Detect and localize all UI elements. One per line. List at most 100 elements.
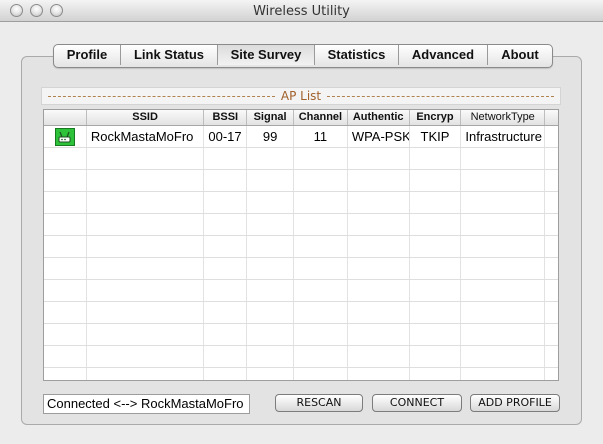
empty-cell	[204, 236, 248, 257]
column-header-encryption[interactable]: Encryp	[410, 110, 462, 125]
table-row[interactable]	[44, 148, 558, 170]
empty-cell	[545, 192, 558, 213]
empty-cell	[204, 192, 248, 213]
empty-cell	[545, 214, 558, 235]
empty-cell	[294, 214, 348, 235]
ap-list-title: AP List	[280, 89, 322, 103]
router-glyph-icon	[58, 131, 71, 142]
empty-cell	[204, 368, 248, 380]
empty-cell	[44, 148, 87, 169]
empty-cell	[461, 346, 546, 367]
table-row[interactable]	[44, 214, 558, 236]
table-row[interactable]	[44, 192, 558, 214]
empty-cell	[204, 302, 248, 323]
empty-cell	[410, 236, 462, 257]
empty-cell	[247, 324, 295, 345]
empty-cell	[461, 302, 546, 323]
tab-bar: Profile Link Status Site Survey Statisti…	[53, 44, 553, 68]
empty-cell	[461, 236, 546, 257]
empty-cell	[545, 346, 558, 367]
table-row[interactable]	[44, 302, 558, 324]
ap-list-header: AP List	[41, 87, 561, 105]
table-row[interactable]	[44, 170, 558, 192]
empty-cell	[294, 148, 348, 169]
empty-cell	[461, 368, 546, 380]
table-row[interactable]	[44, 368, 558, 380]
empty-cell	[545, 148, 558, 169]
empty-cell	[461, 192, 546, 213]
table-row[interactable]	[44, 258, 558, 280]
table-row[interactable]: RockMastaMoFro 00-17 99 11 WPA-PSK TKIP …	[44, 126, 558, 148]
empty-cell	[44, 346, 87, 367]
tab-statistics[interactable]: Statistics	[315, 45, 399, 65]
empty-cell	[461, 170, 546, 191]
empty-cell	[44, 302, 87, 323]
column-header-filler	[545, 110, 558, 125]
empty-cell	[87, 324, 205, 345]
empty-cell	[87, 258, 205, 279]
empty-cell	[87, 302, 205, 323]
tab-link-status[interactable]: Link Status	[121, 45, 218, 65]
empty-cell	[545, 324, 558, 345]
empty-cell	[44, 214, 87, 235]
column-header-ssid[interactable]: SSID	[87, 110, 205, 125]
empty-cell	[247, 346, 295, 367]
connection-status-field: Connected <--> RockMastaMoFro	[43, 394, 250, 414]
tab-site-survey[interactable]: Site Survey	[218, 45, 315, 65]
empty-cell	[294, 258, 348, 279]
empty-cell	[247, 170, 295, 191]
empty-cell	[247, 192, 295, 213]
empty-cell	[348, 302, 410, 323]
column-header-authentication[interactable]: Authentic	[348, 110, 410, 125]
add-profile-button[interactable]: ADD PROFILE	[470, 394, 560, 412]
empty-cell	[294, 368, 348, 380]
empty-cell	[410, 258, 462, 279]
signal-cell: 99	[247, 126, 295, 147]
empty-cell	[44, 236, 87, 257]
table-row[interactable]	[44, 346, 558, 368]
wifi-ap-icon	[54, 127, 75, 146]
empty-cell	[87, 148, 205, 169]
empty-cell	[461, 324, 546, 345]
empty-cell	[410, 192, 462, 213]
column-header-signal[interactable]: Signal	[247, 110, 295, 125]
window-title: Wireless Utility	[253, 4, 350, 19]
ap-list-table[interactable]: SSID BSSI Signal Channel Authentic Encry…	[43, 109, 559, 381]
empty-cell	[247, 148, 295, 169]
empty-cell	[348, 214, 410, 235]
empty-cell	[294, 170, 348, 191]
empty-cell	[204, 148, 248, 169]
empty-cell	[247, 302, 295, 323]
rescan-button[interactable]: RESCAN	[275, 394, 363, 412]
tab-about[interactable]: About	[488, 45, 552, 65]
column-header-channel[interactable]: Channel	[294, 110, 348, 125]
empty-cell	[545, 236, 558, 257]
empty-cell	[44, 258, 87, 279]
empty-cell	[545, 368, 558, 380]
connect-button[interactable]: CONNECT	[372, 394, 462, 412]
empty-cell	[348, 236, 410, 257]
column-header-icon[interactable]	[44, 110, 87, 125]
tab-advanced[interactable]: Advanced	[399, 45, 488, 65]
table-row[interactable]	[44, 324, 558, 346]
empty-cell	[294, 302, 348, 323]
empty-cell	[545, 302, 558, 323]
empty-cell	[410, 346, 462, 367]
empty-cell	[204, 346, 248, 367]
column-header-bssid[interactable]: BSSI	[204, 110, 248, 125]
empty-cell	[44, 324, 87, 345]
empty-cell	[204, 214, 248, 235]
ssid-cell: RockMastaMoFro	[87, 126, 205, 147]
empty-cell	[44, 170, 87, 191]
divider	[327, 95, 554, 97]
empty-rows	[44, 148, 558, 380]
table-row[interactable]	[44, 280, 558, 302]
table-row[interactable]	[44, 236, 558, 258]
empty-cell	[545, 280, 558, 301]
column-header-network-type[interactable]: NetworkType	[461, 110, 546, 125]
empty-cell	[294, 280, 348, 301]
empty-cell	[44, 368, 87, 380]
empty-cell	[294, 324, 348, 345]
empty-cell	[247, 368, 295, 380]
tab-profile[interactable]: Profile	[54, 45, 121, 65]
